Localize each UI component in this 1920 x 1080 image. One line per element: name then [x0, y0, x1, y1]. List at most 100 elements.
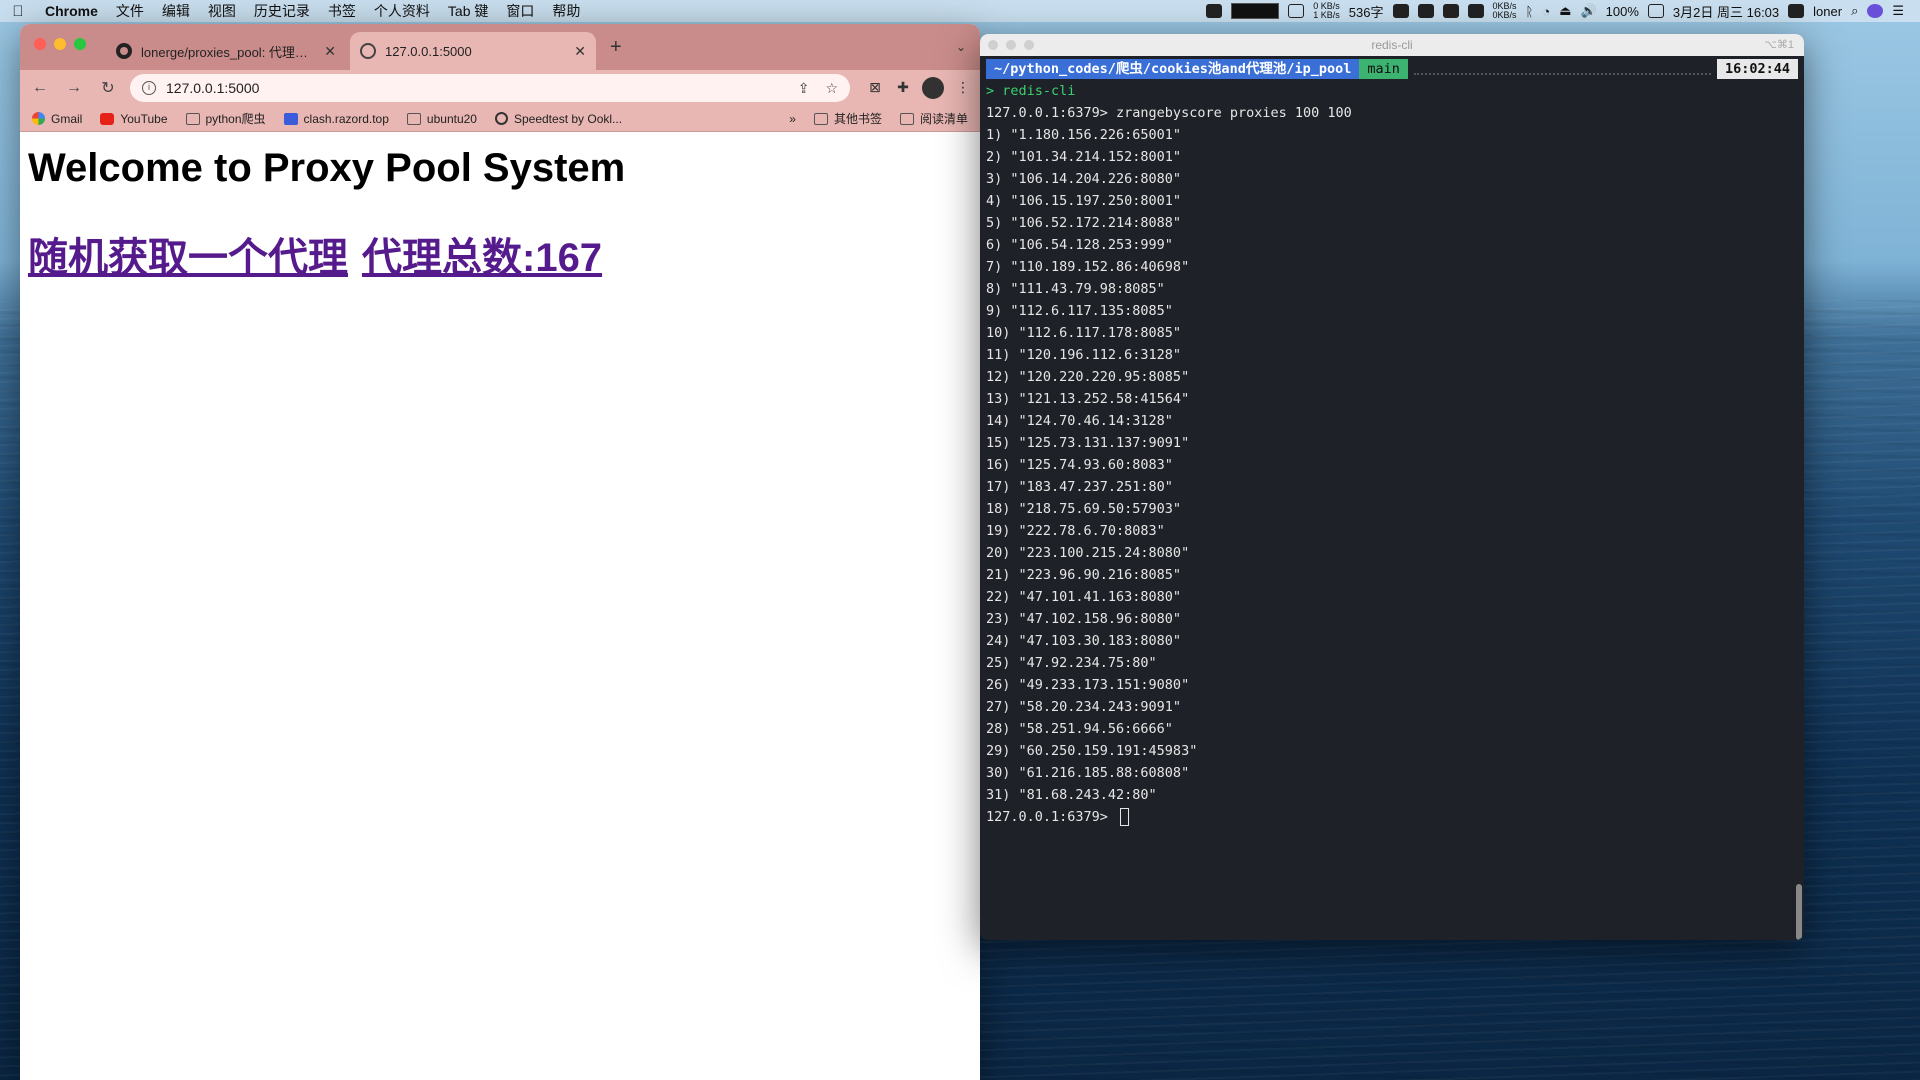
- menu-view[interactable]: 视图: [199, 1, 245, 21]
- datetime[interactable]: 3月2日 周三 16:03: [1673, 2, 1779, 21]
- network-speed-2[interactable]: 0KB/s 0KB/s: [1493, 2, 1517, 20]
- terminal-window: redis-cli ⌥⌘1 ~/python_codes/爬虫/cookies池…: [980, 34, 1804, 940]
- terminal-zoom-button[interactable]: [1024, 40, 1034, 50]
- result-line: 29) "60.250.159.191:45983": [986, 743, 1198, 759]
- folder-icon: [185, 112, 200, 125]
- network-speed[interactable]: 0 KB/s 1 KB/s: [1313, 2, 1340, 20]
- extension-x-icon[interactable]: ⊠: [866, 79, 884, 97]
- result-line: 18) "218.75.69.50:57903": [986, 501, 1182, 517]
- close-tab-icon[interactable]: ✕: [324, 43, 336, 60]
- tab-localhost[interactable]: 127.0.0.1:5000 ✕: [350, 32, 596, 70]
- apple-icon[interactable]: : [0, 3, 36, 20]
- bookmark-star-icon[interactable]: ☆: [825, 80, 838, 97]
- bookmark-label: clash.razord.top: [303, 111, 389, 126]
- result-line: 12) "120.220.220.95:8085": [986, 369, 1190, 385]
- control-center-icon[interactable]: ☰: [1892, 3, 1904, 19]
- app-status-icon-1[interactable]: [1392, 4, 1409, 18]
- wifi-icon[interactable]: ◔: [1542, 4, 1550, 19]
- volume-icon[interactable]: 🔊: [1580, 3, 1596, 19]
- menu-file[interactable]: 文件: [107, 1, 153, 21]
- other-bookmarks[interactable]: 其他书签: [813, 110, 882, 127]
- chrome-window: lonerge/proxies_pool: 代理池维 ✕ 127.0.0.1:5…: [20, 24, 980, 1080]
- bookmark-python[interactable]: python爬虫: [185, 110, 266, 127]
- result-line: 30) "61.216.185.88:60808": [986, 765, 1190, 781]
- menu-window[interactable]: 窗口: [497, 1, 543, 21]
- result-line: 6) "106.54.128.253:999": [986, 237, 1173, 253]
- bookmark-ubuntu[interactable]: ubuntu20: [406, 112, 477, 126]
- reading-list[interactable]: 阅读清单: [899, 110, 968, 127]
- terminal-close-button[interactable]: [988, 40, 998, 50]
- final-prompt-line[interactable]: 127.0.0.1:6379>: [986, 806, 1798, 828]
- app-status-icon-4[interactable]: [1467, 4, 1484, 18]
- memory-meter-icon[interactable]: [1288, 4, 1305, 18]
- address-bar[interactable]: i 127.0.0.1:5000 ⇪ ☆: [130, 74, 850, 102]
- menu-tab[interactable]: Tab 键: [439, 1, 497, 21]
- result-line: 24) "47.103.30.183:8080": [986, 633, 1182, 649]
- random-proxy-link[interactable]: 随机获取一个代理: [28, 225, 348, 283]
- menu-profiles[interactable]: 个人资料: [365, 1, 439, 21]
- page-heading: Welcome to Proxy Pool System: [28, 146, 626, 190]
- result-line: 13) "121.13.252.58:41564": [986, 391, 1190, 407]
- cpu-graph-icon[interactable]: [1231, 3, 1280, 19]
- tab-search-chevron-icon[interactable]: ⌄: [956, 40, 966, 54]
- battery-percent[interactable]: 100%: [1606, 4, 1639, 19]
- menu-edit[interactable]: 编辑: [153, 1, 199, 21]
- other-bookmarks-label: 其他书签: [833, 112, 882, 126]
- siri-icon[interactable]: [1867, 4, 1884, 18]
- extensions-puzzle-icon[interactable]: ✚: [894, 79, 912, 97]
- memory-usage[interactable]: 536字: [1349, 2, 1384, 21]
- terminal-scrollbar[interactable]: [1796, 884, 1802, 940]
- terminal-minimize-button[interactable]: [1006, 40, 1016, 50]
- share-icon[interactable]: ⇪: [798, 80, 810, 97]
- bookmarks-overflow-button[interactable]: »: [789, 112, 796, 126]
- clash-icon: [283, 112, 298, 125]
- menu-help[interactable]: 帮助: [543, 1, 589, 21]
- terminal-title: redis-cli: [1371, 38, 1413, 52]
- spotlight-search-icon[interactable]: ⌕: [1851, 3, 1858, 19]
- bookmark-gmail[interactable]: Gmail: [32, 112, 82, 126]
- sync-icon[interactable]: [1788, 4, 1805, 18]
- result-line: 26) "49.233.173.151:9080": [986, 677, 1190, 693]
- new-tab-button[interactable]: +: [610, 37, 622, 57]
- app-status-icon-3[interactable]: [1442, 4, 1459, 18]
- bookmark-youtube[interactable]: YouTube: [100, 112, 168, 126]
- user-name[interactable]: loner: [1813, 4, 1842, 19]
- terminal-output[interactable]: ~/python_codes/爬虫/cookies池and代理池/ip_pool…: [980, 56, 1804, 830]
- bookmark-clash[interactable]: clash.razord.top: [283, 111, 389, 126]
- result-line: 3) "106.14.204.226:8080": [986, 171, 1182, 187]
- proxy-count-link[interactable]: 代理总数:167: [362, 225, 602, 283]
- forward-arrow-icon[interactable]: →: [62, 79, 86, 97]
- tab-github[interactable]: lonerge/proxies_pool: 代理池维 ✕: [106, 32, 346, 70]
- menu-app-name[interactable]: Chrome: [36, 3, 107, 19]
- menu-history[interactable]: 历史记录: [245, 1, 319, 21]
- reload-icon[interactable]: ↻: [96, 78, 120, 98]
- result-line: 19) "222.78.6.70:8083": [986, 523, 1165, 539]
- notification-bell-icon[interactable]: [1206, 4, 1223, 18]
- bluetooth-icon[interactable]: ᚱ: [1526, 4, 1534, 19]
- site-info-icon[interactable]: i: [142, 81, 156, 95]
- tab-strip: lonerge/proxies_pool: 代理池维 ✕ 127.0.0.1:5…: [20, 24, 980, 70]
- terminal-window-controls: [988, 40, 1034, 50]
- text-cursor: [1120, 808, 1130, 826]
- bookmark-speedtest[interactable]: Speedtest by Ookl...: [494, 112, 622, 126]
- battery-icon[interactable]: [1647, 4, 1664, 18]
- minimize-window-button[interactable]: [54, 38, 66, 50]
- result-line: 2) "101.34.214.152:8001": [986, 149, 1182, 165]
- menu-bookmarks[interactable]: 书签: [319, 1, 365, 21]
- result-line: 25) "47.92.234.75:80": [986, 655, 1157, 671]
- result-line: 22) "47.101.41.163:8080": [986, 589, 1182, 605]
- airplay-icon[interactable]: ⏏: [1559, 3, 1571, 19]
- result-line: 5) "106.52.172.214:8088": [986, 215, 1182, 231]
- zoom-window-button[interactable]: [74, 38, 86, 50]
- address-url[interactable]: 127.0.0.1:5000: [166, 80, 782, 96]
- profile-avatar[interactable]: [922, 77, 944, 99]
- close-tab-icon[interactable]: ✕: [574, 43, 586, 60]
- back-arrow-icon[interactable]: ←: [28, 79, 52, 97]
- result-list: 1) "1.180.156.226:65001" 2) "101.34.214.…: [986, 124, 1798, 806]
- app-status-icon-2[interactable]: [1417, 4, 1434, 18]
- more-menu-icon[interactable]: ⋮: [954, 79, 972, 97]
- result-line: 8) "111.43.79.98:8085": [986, 281, 1165, 297]
- close-window-button[interactable]: [34, 38, 46, 50]
- command-line: > redis-cli: [986, 83, 1076, 99]
- folder-icon: [813, 112, 828, 125]
